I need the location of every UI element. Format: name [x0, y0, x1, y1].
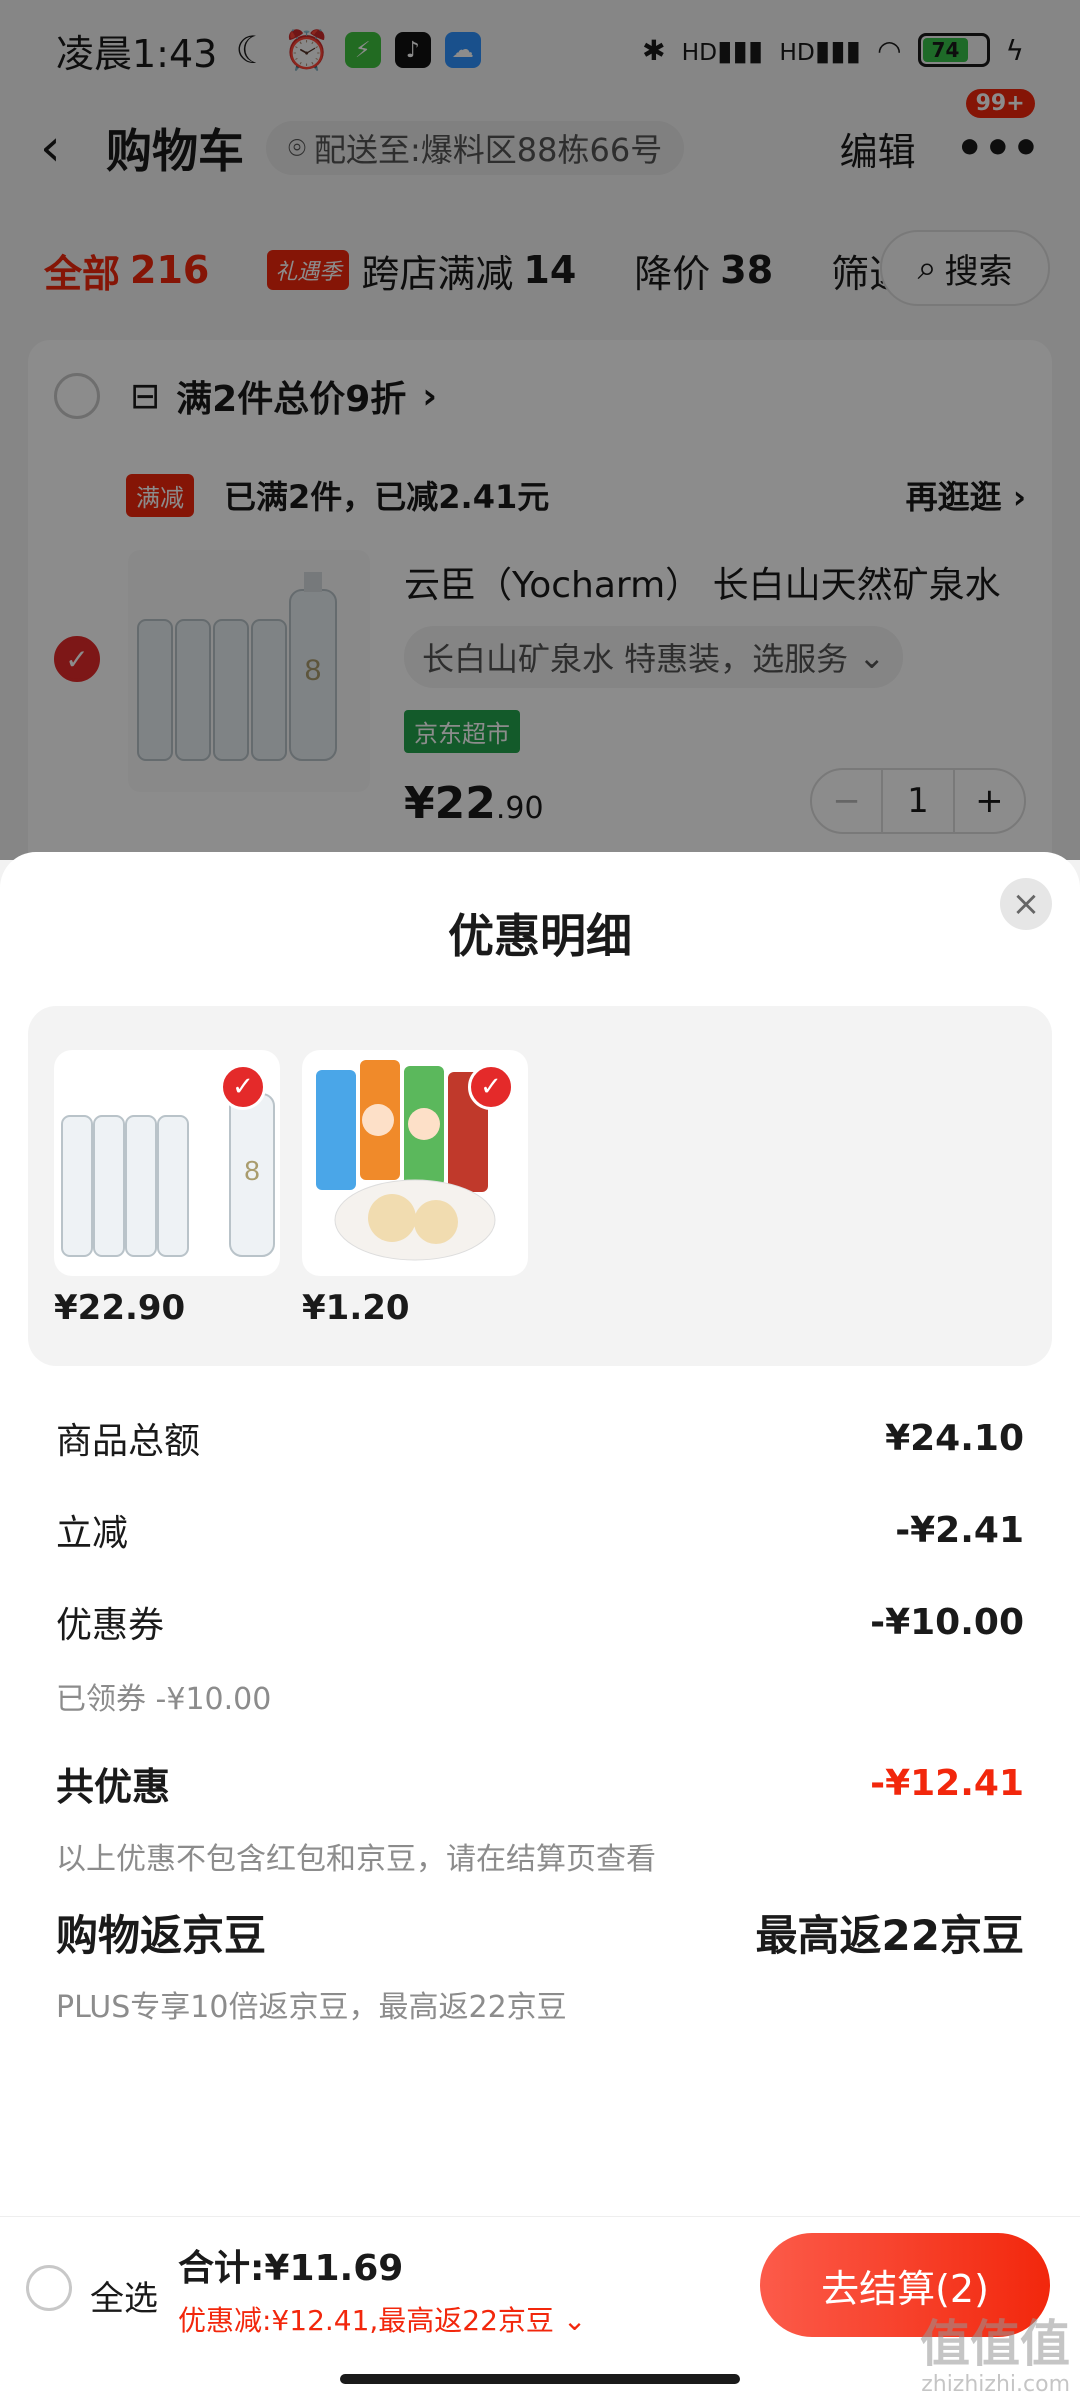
jd-beans-row: 购物返京豆 最高返22京豆 — [56, 1902, 1024, 1963]
sheet-title: 优惠明细 — [448, 909, 632, 963]
modal-overlay[interactable] — [0, 0, 1080, 860]
instant-discount-value: -¥2.41 — [895, 1509, 1024, 1551]
total-discount-label: 共优惠 — [56, 1765, 171, 1809]
good-item-water[interactable]: 8 ✓ ¥22.90 — [54, 1050, 280, 1328]
jd-beans-label: 购物返京豆 — [56, 1911, 267, 1960]
total-discount-note: 以上优惠不包含红包和京豆，请在结算页查看 — [56, 1842, 656, 1877]
coupon-row: 优惠券 -¥10.00 — [56, 1596, 1024, 1648]
jd-beans-value: 最高返22京豆 — [755, 1911, 1024, 1960]
good-checked-icon: ✓ — [220, 1064, 266, 1110]
total-discount-value: -¥12.41 — [870, 1763, 1024, 1804]
selected-goods-panel: 8 ✓ ¥22.90 ✓ ¥1.20 — [28, 1006, 1052, 1366]
discount-detail-sheet: 优惠明细 × 8 ✓ ¥22.90 ✓ ¥1.20 商品总额 ¥24.10 立减… — [0, 852, 1080, 2400]
subtotal-value: ¥24.10 — [885, 1417, 1024, 1459]
good-image-candy: ✓ — [302, 1050, 528, 1276]
checkout-footer: 全选 合计:¥11.69 优惠减:¥12.41,最高返22京豆 ⌄ 去结算(2) — [0, 2216, 1080, 2348]
instant-discount-row: 立减 -¥2.41 — [56, 1504, 1024, 1556]
subtotal-label: 商品总额 — [56, 1421, 201, 1462]
good-image-water: 8 ✓ — [54, 1050, 280, 1276]
total-price: 合计:¥11.69 — [178, 2248, 404, 2289]
good-price: ¥1.20 — [302, 1288, 410, 1328]
discount-summary-toggle[interactable]: 优惠减:¥12.41,最高返22京豆 ⌄ — [178, 2299, 586, 2339]
jd-beans-note: PLUS专享10倍返京豆，最高返22京豆 — [56, 1990, 567, 2025]
good-price: ¥22.90 — [54, 1288, 186, 1328]
svg-text:8: 8 — [244, 1155, 260, 1186]
coupon-value: -¥10.00 — [870, 1601, 1024, 1643]
total-discount-row: 共优惠 -¥12.41 — [56, 1756, 1024, 1811]
subtotal-row: 商品总额 ¥24.10 — [56, 1412, 1024, 1464]
select-all-label[interactable]: 全选 — [90, 2271, 158, 2320]
coupon-label: 优惠券 — [56, 1605, 165, 1646]
close-icon[interactable]: × — [1000, 878, 1052, 930]
watermark-logo: 值值值 zhizhizhi.com — [920, 2315, 1070, 2397]
instant-discount-label: 立减 — [56, 1513, 129, 1554]
cart-page-background: 凌晨1:43 ☾ ⏰ ⚡ ♪ ☁ ✱ HD▮▮▮ HD▮▮▮ ◠ 74 ϟ ‹ … — [0, 0, 1080, 900]
good-item-candy[interactable]: ✓ ¥1.20 — [302, 1050, 528, 1328]
coupon-sub-note: 已领券 -¥10.00 — [56, 1682, 272, 1717]
good-checked-icon: ✓ — [468, 1064, 514, 1110]
home-indicator[interactable] — [340, 2374, 740, 2384]
select-all-radio[interactable] — [26, 2265, 72, 2311]
